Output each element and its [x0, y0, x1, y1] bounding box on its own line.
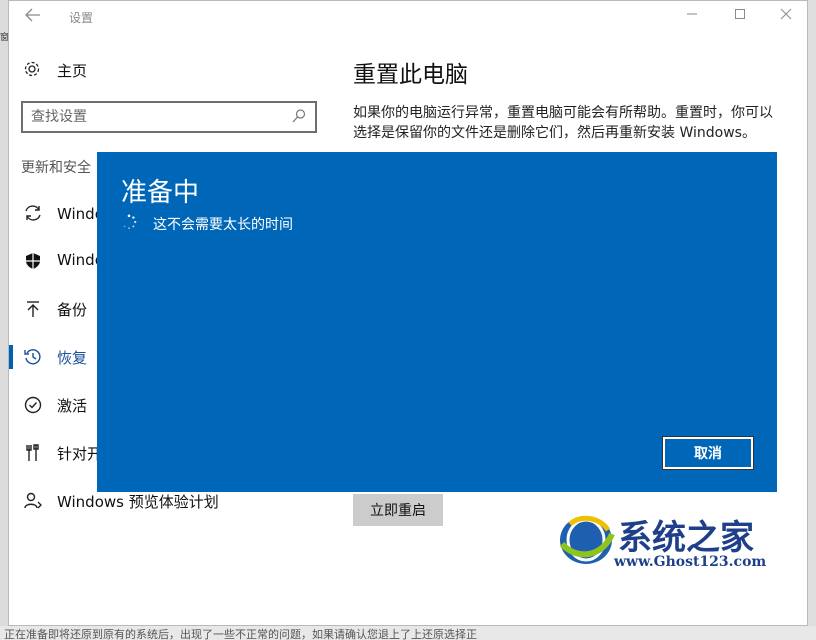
search-input[interactable] — [31, 108, 281, 126]
history-icon — [23, 347, 43, 367]
sidebar-section-heading: 更新和安全 — [21, 160, 91, 176]
dialog-title: 准备中 — [121, 178, 200, 208]
sidebar-home-label: 主页 — [57, 62, 88, 80]
sidebar-item-label: Windows 预览体验计划 — [57, 493, 219, 511]
watermark-logo: 系统之家 www.Ghost123.com — [556, 510, 810, 574]
preparing-dialog: 准备中 这不会需要太长的时间 取消 — [97, 152, 777, 492]
back-arrow-icon — [25, 8, 40, 22]
minimize-button[interactable] — [677, 7, 707, 27]
background-window-bottom: 正在准备即将还原到原有的系统后，出现了一些不正常的问题，如果请确认您退上了上还原… — [0, 626, 816, 640]
back-button[interactable] — [21, 7, 45, 27]
tools-icon — [23, 443, 43, 463]
shield-icon — [23, 251, 43, 271]
page-description: 如果你的电脑运行异常，重置电脑可能会有所帮助。重置时，你可以选择是保留你的文件还… — [353, 105, 773, 141]
background-window-edge: 窗 — [0, 0, 9, 640]
background-bottom-text: 正在准备即将还原到原有的系统后，出现了一些不正常的问题，如果请确认您退上了上还原… — [4, 628, 477, 640]
active-indicator — [9, 345, 13, 369]
sync-icon — [23, 203, 43, 223]
progress-spinner-icon — [121, 214, 137, 230]
search-box[interactable] — [21, 101, 317, 133]
watermark-brand-text: 系统之家 — [618, 518, 754, 558]
restart-now-button[interactable]: 立即重启 — [353, 494, 443, 526]
check-circle-icon — [23, 395, 43, 415]
maximize-button[interactable] — [725, 7, 755, 27]
sidebar-item-home[interactable]: 主页 — [23, 57, 323, 81]
dialog-message: 这不会需要太长的时间 — [153, 217, 293, 233]
page-title: 重置此电脑 — [353, 62, 468, 88]
gear-icon — [23, 57, 43, 81]
globe-logo-icon — [559, 515, 615, 564]
upload-icon — [23, 299, 43, 319]
sidebar-item-label: 备份 — [57, 301, 88, 319]
cancel-button[interactable]: 取消 — [662, 436, 754, 470]
title-bar: 设置 — [9, 1, 809, 33]
insider-icon — [23, 491, 43, 511]
sidebar-item-label: 恢复 — [57, 349, 88, 367]
app-title: 设置 — [69, 11, 94, 25]
close-button[interactable] — [771, 7, 801, 27]
close-icon — [780, 8, 792, 20]
sidebar-item-label: 激活 — [57, 397, 88, 415]
watermark-url-text: www.Ghost123.com — [614, 554, 767, 570]
minimize-icon — [687, 13, 697, 15]
maximize-icon — [735, 9, 745, 19]
search-icon — [291, 107, 309, 127]
